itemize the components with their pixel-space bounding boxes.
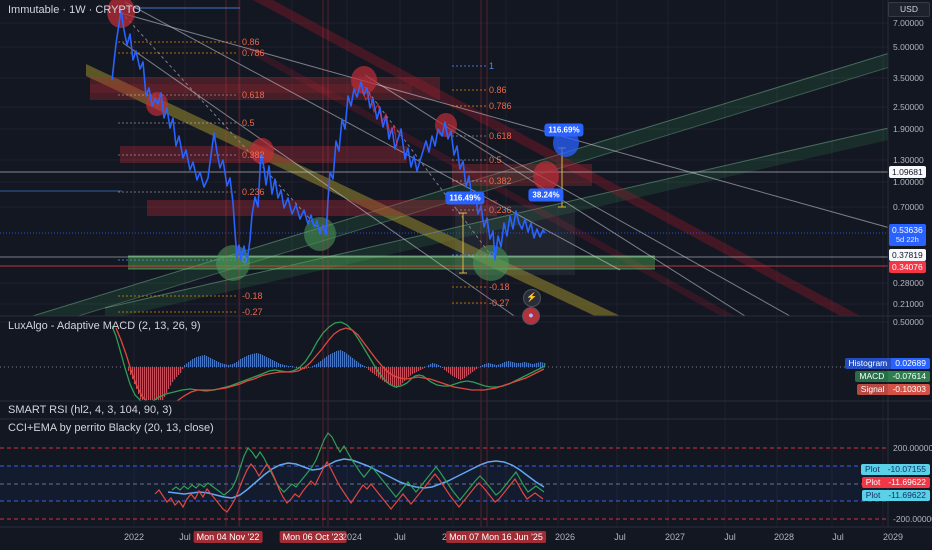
macd-series bbox=[112, 322, 545, 410]
demand-zone-green[interactable] bbox=[128, 256, 655, 269]
chart-canvas[interactable] bbox=[0, 0, 932, 550]
tradingview-chart-window: Immutable · 1W · CRYPTO LuxAlgo - Adapti… bbox=[0, 0, 932, 550]
